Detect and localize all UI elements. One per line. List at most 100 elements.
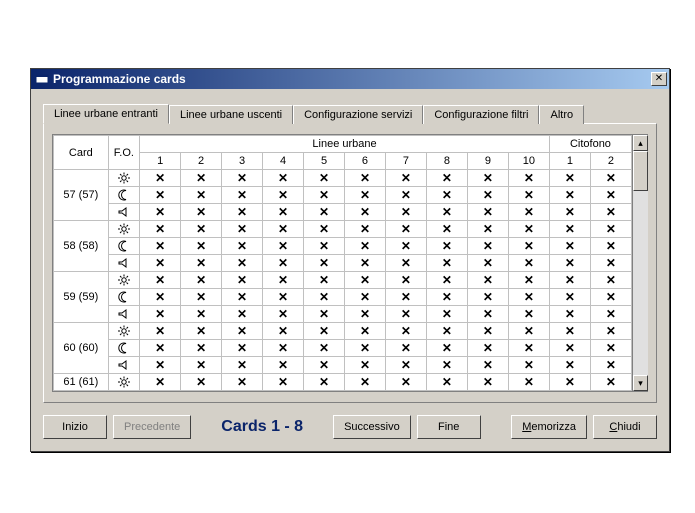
grid-cell[interactable]: ✕	[344, 221, 385, 238]
grid-cell[interactable]: ✕	[304, 187, 345, 204]
grid-cell[interactable]: ✕	[508, 374, 549, 391]
grid-cell[interactable]: ✕	[385, 340, 426, 357]
grid-cell[interactable]: ✕	[549, 255, 590, 272]
grid-cell[interactable]: ✕	[222, 374, 263, 391]
grid-cell[interactable]: ✕	[263, 272, 304, 289]
fine-button[interactable]: Fine	[417, 415, 481, 439]
grid-cell[interactable]: ✕	[549, 272, 590, 289]
bell-icon[interactable]	[108, 357, 140, 374]
grid-cell[interactable]: ✕	[222, 255, 263, 272]
grid-cell[interactable]: ✕	[181, 323, 222, 340]
grid-cell[interactable]: ✕	[426, 340, 467, 357]
scroll-thumb[interactable]	[633, 151, 648, 191]
grid-cell[interactable]: ✕	[590, 272, 631, 289]
grid-cell[interactable]: ✕	[467, 221, 508, 238]
grid-cell[interactable]: ✕	[385, 204, 426, 221]
tab-altro[interactable]: Altro	[539, 105, 584, 124]
grid-cell[interactable]: ✕	[385, 187, 426, 204]
grid-cell[interactable]: ✕	[263, 289, 304, 306]
grid-cell[interactable]: ✕	[508, 187, 549, 204]
grid-cell[interactable]: ✕	[344, 204, 385, 221]
close-icon[interactable]: ✕	[651, 72, 667, 86]
grid-cell[interactable]: ✕	[467, 340, 508, 357]
grid-cell[interactable]: ✕	[590, 170, 631, 187]
grid-cell[interactable]: ✕	[181, 221, 222, 238]
grid-cell[interactable]: ✕	[508, 289, 549, 306]
grid-cell[interactable]: ✕	[140, 323, 181, 340]
grid-cell[interactable]: ✕	[222, 170, 263, 187]
grid-cell[interactable]: ✕	[549, 187, 590, 204]
moon-icon[interactable]	[108, 289, 140, 306]
grid-cell[interactable]: ✕	[508, 357, 549, 374]
grid-cell[interactable]: ✕	[222, 238, 263, 255]
grid-cell[interactable]: ✕	[590, 221, 631, 238]
grid-cell[interactable]: ✕	[590, 306, 631, 323]
grid-cell[interactable]: ✕	[385, 323, 426, 340]
grid-cell[interactable]: ✕	[304, 357, 345, 374]
grid-cell[interactable]: ✕	[385, 170, 426, 187]
grid-cell[interactable]: ✕	[140, 187, 181, 204]
inizio-button[interactable]: Inizio	[43, 415, 107, 439]
grid-cell[interactable]: ✕	[590, 187, 631, 204]
grid-cell[interactable]: ✕	[508, 323, 549, 340]
grid-cell[interactable]: ✕	[508, 306, 549, 323]
scroll-down-arrow-icon[interactable]: ▾	[633, 375, 648, 391]
grid-cell[interactable]: ✕	[549, 340, 590, 357]
grid-cell[interactable]: ✕	[140, 255, 181, 272]
grid-cell[interactable]: ✕	[549, 374, 590, 391]
grid-cell[interactable]: ✕	[549, 357, 590, 374]
grid-cell[interactable]: ✕	[385, 221, 426, 238]
grid-cell[interactable]: ✕	[304, 272, 345, 289]
moon-icon[interactable]	[108, 238, 140, 255]
grid-cell[interactable]: ✕	[426, 323, 467, 340]
grid-cell[interactable]: ✕	[140, 357, 181, 374]
grid-cell[interactable]: ✕	[222, 340, 263, 357]
grid-cell[interactable]: ✕	[181, 357, 222, 374]
grid-cell[interactable]: ✕	[304, 374, 345, 391]
grid-cell[interactable]: ✕	[263, 340, 304, 357]
grid-cell[interactable]: ✕	[426, 221, 467, 238]
grid-cell[interactable]: ✕	[344, 374, 385, 391]
grid-cell[interactable]: ✕	[508, 272, 549, 289]
grid-cell[interactable]: ✕	[263, 357, 304, 374]
grid-cell[interactable]: ✕	[508, 255, 549, 272]
grid-cell[interactable]: ✕	[181, 255, 222, 272]
grid-cell[interactable]: ✕	[590, 204, 631, 221]
grid-cell[interactable]: ✕	[426, 204, 467, 221]
grid-cell[interactable]: ✕	[467, 357, 508, 374]
grid-cell[interactable]: ✕	[304, 340, 345, 357]
grid-cell[interactable]: ✕	[385, 255, 426, 272]
grid-cell[interactable]: ✕	[304, 255, 345, 272]
grid-cell[interactable]: ✕	[140, 374, 181, 391]
scroll-up-arrow-icon[interactable]: ▴	[633, 135, 648, 151]
grid-cell[interactable]: ✕	[304, 238, 345, 255]
grid-cell[interactable]: ✕	[140, 272, 181, 289]
grid-cell[interactable]: ✕	[344, 272, 385, 289]
grid-cell[interactable]: ✕	[549, 238, 590, 255]
grid-cell[interactable]: ✕	[344, 357, 385, 374]
grid-cell[interactable]: ✕	[140, 289, 181, 306]
chiudi-button[interactable]: Chiudi	[593, 415, 657, 439]
grid-cell[interactable]: ✕	[385, 238, 426, 255]
grid-cell[interactable]: ✕	[263, 187, 304, 204]
grid-cell[interactable]: ✕	[385, 374, 426, 391]
grid-cell[interactable]: ✕	[263, 170, 304, 187]
grid-cell[interactable]: ✕	[385, 357, 426, 374]
grid-cell[interactable]: ✕	[508, 340, 549, 357]
grid-cell[interactable]: ✕	[222, 357, 263, 374]
sun-icon[interactable]	[108, 323, 140, 340]
grid-cell[interactable]: ✕	[263, 374, 304, 391]
grid-cell[interactable]: ✕	[426, 255, 467, 272]
grid-cell[interactable]: ✕	[181, 374, 222, 391]
grid-cell[interactable]: ✕	[181, 170, 222, 187]
grid-cell[interactable]: ✕	[140, 340, 181, 357]
grid-cell[interactable]: ✕	[426, 170, 467, 187]
grid-cell[interactable]: ✕	[140, 238, 181, 255]
grid-cell[interactable]: ✕	[590, 238, 631, 255]
grid-cell[interactable]: ✕	[140, 204, 181, 221]
grid-cell[interactable]: ✕	[426, 238, 467, 255]
grid-cell[interactable]: ✕	[385, 289, 426, 306]
grid-cell[interactable]: ✕	[344, 323, 385, 340]
grid-cell[interactable]: ✕	[549, 323, 590, 340]
grid-cell[interactable]: ✕	[304, 306, 345, 323]
